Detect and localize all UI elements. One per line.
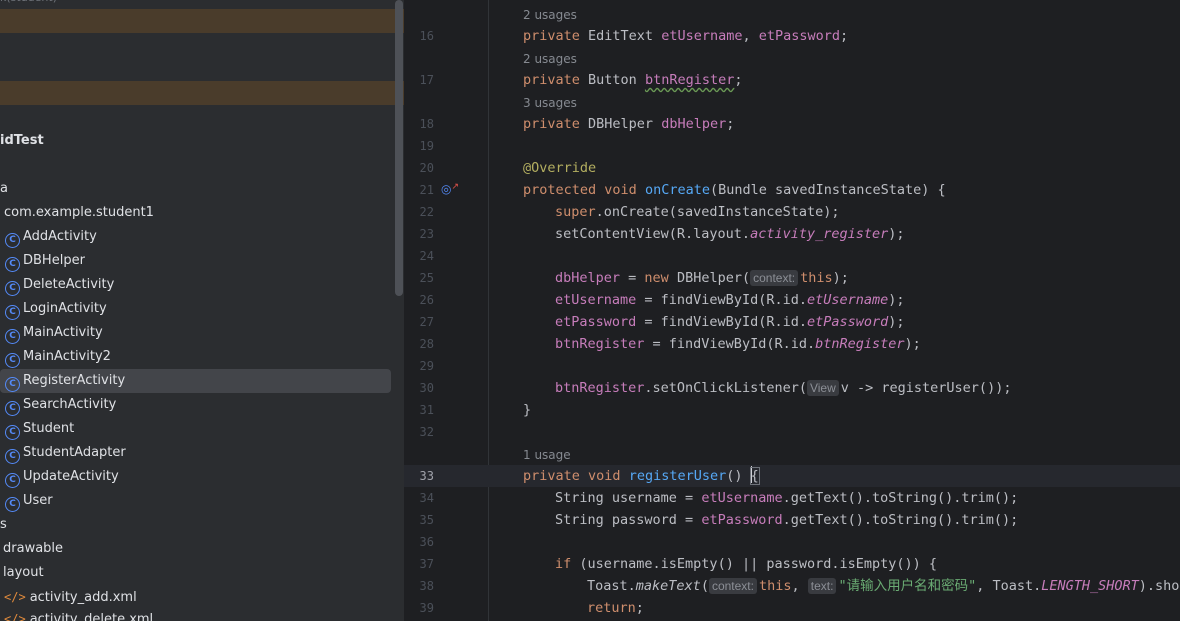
- line-number: 29: [419, 359, 434, 373]
- line-number: 27: [419, 315, 434, 329]
- line-number: 20: [419, 161, 434, 175]
- line-number: 19: [419, 139, 434, 153]
- tree-class-item[interactable]: C Student: [5, 417, 74, 441]
- param-hint: View: [806, 380, 839, 396]
- tree-folder-java[interactable]: a: [0, 177, 8, 201]
- tree-folder-layout[interactable]: layout: [3, 561, 44, 585]
- code-line[interactable]: if (username.isEmpty() || password.isEmp…: [555, 553, 937, 575]
- code-line[interactable]: @Override: [523, 157, 596, 179]
- code-line[interactable]: btnRegister.setOnClickListener(View v -> …: [555, 377, 1011, 399]
- line-number: 23: [419, 227, 434, 241]
- line-number: 39: [419, 601, 434, 615]
- code-line[interactable]: private EditText etUsername, etPassword;: [523, 25, 848, 47]
- code-line[interactable]: Toast.makeText(context: this, text: "请输入用户…: [587, 575, 1179, 597]
- class-icon: C: [5, 257, 20, 272]
- code-line[interactable]: btnRegister = findViewById(R.id.btnRegis…: [555, 333, 921, 355]
- code-line[interactable]: protected void onCreate(Bundle savedInst…: [523, 179, 946, 201]
- line-number: 31: [419, 403, 434, 417]
- usages-hint[interactable]: 2 usages: [523, 48, 577, 70]
- line-number: 24: [419, 249, 434, 263]
- code-line[interactable]: setContentView(R.layout.activity_registe…: [555, 223, 905, 245]
- tree-class-item[interactable]: C MainActivity2: [5, 345, 111, 369]
- code-line[interactable]: etPassword = findViewById(R.id.etPasswor…: [555, 311, 905, 333]
- line-number: 26: [419, 293, 434, 307]
- tree-highlight-band: [0, 81, 404, 105]
- line-number: 37: [419, 557, 434, 571]
- xml-file-icon: </>: [4, 612, 26, 621]
- code-line[interactable]: dbHelper = new DBHelper(context: this);: [555, 267, 849, 289]
- override-gutter-icon[interactable]: ◎↗: [441, 182, 459, 196]
- code-line[interactable]: String password = etPassword.getText().t…: [555, 509, 1018, 531]
- class-icon: C: [5, 329, 20, 344]
- tree-class-item[interactable]: C AddActivity: [5, 225, 97, 249]
- usages-hint[interactable]: 1 usage: [523, 444, 571, 466]
- tree-folder-drawable[interactable]: drawable: [3, 537, 63, 561]
- code-line[interactable]: etUsername = findViewById(R.id.etUsernam…: [555, 289, 905, 311]
- code-line[interactable]: super.onCreate(savedInstanceState);: [555, 201, 839, 223]
- line-number: 36: [419, 535, 434, 549]
- code-line[interactable]: return;: [587, 597, 644, 619]
- xml-file-icon: </>: [4, 590, 26, 604]
- line-number: 21: [419, 183, 434, 197]
- code-line[interactable]: private Button btnRegister;: [523, 69, 742, 91]
- tree-class-item-selected[interactable]: C RegisterActivity: [0, 369, 391, 393]
- tree-class-item[interactable]: C MainActivity: [5, 321, 103, 345]
- tree-package[interactable]: com.example.student1: [4, 201, 154, 225]
- line-number-active: 33: [419, 469, 434, 483]
- line-number: 25: [419, 271, 434, 285]
- line-number: 35: [419, 513, 434, 527]
- tree-class-item[interactable]: C LoginActivity: [5, 297, 107, 321]
- class-icon: C: [5, 305, 20, 320]
- class-icon: C: [5, 401, 20, 416]
- class-icon: C: [5, 281, 20, 296]
- tree-scrollbar[interactable]: [395, 0, 403, 296]
- code-line-active[interactable]: private void registerUser() {: [523, 465, 760, 487]
- line-number: 30: [419, 381, 434, 395]
- code-line[interactable]: }: [523, 399, 531, 421]
- tree-class-item[interactable]: C UpdateActivity: [5, 465, 119, 489]
- line-number: 28: [419, 337, 434, 351]
- class-icon: C: [5, 233, 20, 248]
- project-tree[interactable]: k(student) idTest a com.example.student1…: [0, 0, 404, 621]
- param-hint: context:: [708, 578, 757, 594]
- usages-hint[interactable]: 3 usages: [523, 92, 577, 114]
- tree-class-item[interactable]: C StudentAdapter: [5, 441, 126, 465]
- code-line[interactable]: String username = etUsername.getText().t…: [555, 487, 1018, 509]
- class-icon: C: [5, 353, 20, 368]
- tree-highlight-band: [0, 9, 404, 33]
- tree-xml-file[interactable]: </> activity_delete.xml: [4, 607, 153, 621]
- usages-hint[interactable]: 2 usages: [523, 4, 577, 26]
- param-hint: text:: [807, 578, 837, 594]
- line-number: 34: [419, 491, 434, 505]
- param-hint: context:: [750, 270, 799, 286]
- line-number: 22: [419, 205, 434, 219]
- tree-folder-android-test[interactable]: idTest: [0, 129, 44, 153]
- class-icon: C: [5, 497, 20, 512]
- code-editor[interactable]: 2 usages 2 usages 3 usages 1 usage 16 17…: [404, 0, 1180, 621]
- class-icon: C: [5, 425, 20, 440]
- tree-class-item[interactable]: C DBHelper: [5, 249, 85, 273]
- tree-class-item[interactable]: C SearchActivity: [5, 393, 116, 417]
- tree-top-path: k(student): [0, 0, 57, 10]
- current-line-highlight: [404, 465, 1180, 487]
- class-icon: C: [5, 473, 20, 488]
- tree-class-item[interactable]: C DeleteActivity: [5, 273, 114, 297]
- line-number: 17: [419, 73, 434, 87]
- line-number: 32: [419, 425, 434, 439]
- line-number: 16: [419, 29, 434, 43]
- indent-guide: [488, 0, 489, 621]
- tree-xml-file[interactable]: </> activity_add.xml: [4, 585, 137, 609]
- code-line[interactable]: private DBHelper dbHelper;: [523, 113, 734, 135]
- class-icon: C: [5, 377, 20, 392]
- class-icon: C: [5, 449, 20, 464]
- line-number: 18: [419, 117, 434, 131]
- tree-folder-res[interactable]: s: [0, 513, 7, 537]
- tree-class-item[interactable]: C User: [5, 489, 53, 513]
- line-number: 38: [419, 579, 434, 593]
